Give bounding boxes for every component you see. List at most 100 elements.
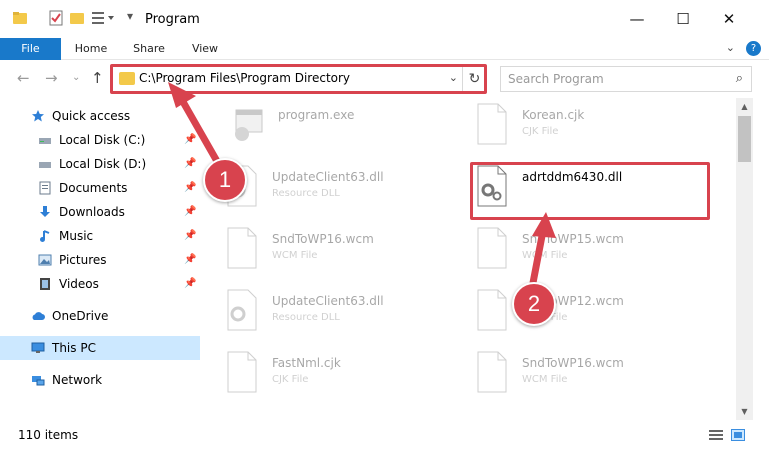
help-button[interactable]: ?	[746, 41, 761, 56]
close-button[interactable]: ✕	[706, 0, 752, 38]
file-type: WCM File	[522, 374, 568, 385]
file-type: CJK File	[522, 126, 559, 137]
up-arrow-icon[interactable]: ↑	[91, 69, 104, 87]
pin-icon[interactable]: 📌	[184, 158, 196, 169]
file-icon	[477, 289, 507, 331]
file-highlight-box	[470, 162, 710, 220]
sidebar-item-label: Local Disk (D:)	[59, 157, 147, 171]
step-marker-2: 2	[512, 282, 556, 326]
file-item[interactable]: SndToWP15.wcm WCM File	[474, 222, 724, 278]
tab-view[interactable]: View	[180, 38, 230, 60]
pin-icon[interactable]: 📌	[184, 254, 196, 265]
pin-icon[interactable]: 📌	[184, 278, 196, 289]
sidebar-item-label: OneDrive	[52, 309, 109, 323]
ribbon-tabs: File Home Share View ⌄ ?	[0, 38, 769, 60]
search-icon[interactable]: ⌕	[736, 71, 743, 86]
file-item[interactable]: SndToWP12.wcm WCM File	[474, 284, 724, 340]
star-icon	[32, 110, 44, 122]
network-icon	[32, 376, 45, 386]
file-item[interactable]: program.exe	[230, 98, 480, 154]
sidebar-item-local-disk-d[interactable]: Local Disk (D:) 📌	[0, 152, 200, 176]
tab-file[interactable]: File	[0, 38, 61, 60]
properties-icon[interactable]	[48, 10, 64, 26]
file-icon	[227, 351, 257, 393]
back-arrow-icon[interactable]: ←	[17, 69, 30, 87]
file-icon	[477, 351, 507, 393]
file-type: WCM File	[272, 250, 318, 261]
sidebar-item-downloads[interactable]: Downloads 📌	[0, 200, 200, 224]
sidebar-item-local-disk-c[interactable]: Local Disk (C:) 📌	[0, 128, 200, 152]
sidebar-item-quick-access[interactable]: Quick access	[0, 104, 200, 128]
drive-icon	[39, 162, 51, 168]
maximize-button[interactable]: ☐	[660, 0, 706, 38]
sidebar-item-pictures[interactable]: Pictures 📌	[0, 248, 200, 272]
vertical-scrollbar[interactable]: ▲ ▼	[736, 98, 753, 420]
file-type: WCM File	[522, 250, 568, 261]
file-icon	[477, 227, 507, 269]
file-item[interactable]: FastNml.cjk CJK File	[224, 346, 474, 402]
file-name: UpdateClient63.dll	[272, 170, 384, 184]
pin-icon[interactable]: 📌	[184, 134, 196, 145]
navigation-bar: ← → ⌄ ↑ C:\Program Files\Program Directo…	[0, 60, 769, 98]
window-title: Program	[145, 12, 200, 27]
picture-icon	[38, 254, 52, 266]
file-item[interactable]: Korean.cjk CJK File	[474, 98, 724, 154]
file-item[interactable]: UpdateClient63.dll Resource DLL	[224, 284, 474, 340]
drive-icon	[39, 138, 51, 144]
pin-icon[interactable]: 📌	[184, 230, 196, 241]
tab-share[interactable]: Share	[124, 38, 174, 60]
pin-icon[interactable]: 📌	[184, 182, 196, 193]
scroll-thumb[interactable]	[738, 116, 751, 162]
scroll-up-icon[interactable]: ▲	[736, 98, 753, 115]
tab-home[interactable]: Home	[66, 38, 116, 60]
expand-ribbon-icon[interactable]: ⌄	[726, 41, 735, 54]
file-name: UpdateClient63.dll	[272, 294, 384, 308]
status-bar: 110 items	[0, 420, 769, 463]
details-view-icon[interactable]	[709, 429, 723, 441]
exe-icon	[235, 109, 263, 141]
file-name: program.exe	[278, 108, 355, 122]
forward-arrow-icon[interactable]: →	[45, 69, 58, 87]
file-item[interactable]: SndToWP16.wcm WCM File	[224, 222, 474, 278]
sidebar-item-label: Local Disk (C:)	[59, 133, 146, 147]
pin-icon[interactable]: 📌	[184, 206, 196, 217]
search-input[interactable]: Search Program ⌕	[500, 66, 752, 92]
file-type: Resource DLL	[272, 188, 340, 199]
new-folder-icon[interactable]	[69, 10, 85, 26]
sidebar-item-this-pc[interactable]: This PC	[0, 336, 200, 360]
sidebar-item-music[interactable]: Music 📌	[0, 224, 200, 248]
sidebar-item-label: Videos	[59, 277, 99, 291]
file-type: CJK File	[272, 374, 309, 385]
music-icon	[40, 230, 50, 242]
sidebar-item-network[interactable]: Network	[0, 368, 200, 392]
address-highlight-box	[110, 64, 487, 94]
quick-access-toolbar-icon[interactable]	[91, 10, 117, 26]
computer-icon	[31, 342, 45, 353]
sidebar-item-onedrive[interactable]: OneDrive	[0, 304, 200, 328]
sidebar-item-label: Downloads	[59, 205, 125, 219]
search-placeholder: Search Program	[508, 72, 604, 86]
file-name: SndToWP15.wcm	[522, 232, 624, 246]
sidebar-item-documents[interactable]: Documents 📌	[0, 176, 200, 200]
title-bar: ▾ Program — ☐ ✕	[0, 0, 769, 38]
file-icon	[227, 227, 257, 269]
navigation-pane: Quick access Local Disk (C:) 📌 Local Dis…	[0, 98, 200, 420]
sidebar-item-label: Quick access	[52, 109, 131, 123]
file-name: FastNml.cjk	[272, 356, 341, 370]
step-marker-1: 1	[203, 158, 247, 202]
minimize-button[interactable]: —	[614, 0, 660, 38]
file-icon	[477, 103, 507, 145]
cloud-icon	[32, 312, 45, 320]
sidebar-item-videos[interactable]: Videos 📌	[0, 272, 200, 296]
file-name: SndToWP16.wcm	[272, 232, 374, 246]
sidebar-item-label: Music	[59, 229, 94, 243]
file-item[interactable]: SndToWP16.wcm WCM File	[474, 346, 724, 402]
sidebar-item-label: This PC	[52, 341, 96, 355]
file-item[interactable]: UpdateClient63.dll Resource DLL	[224, 160, 474, 216]
download-icon	[40, 206, 50, 217]
folder-icon	[13, 12, 27, 24]
recent-locations-icon[interactable]: ⌄	[72, 72, 80, 83]
toolbar-dropdown-icon[interactable]: ▾	[127, 9, 133, 23]
scroll-down-icon[interactable]: ▼	[736, 403, 753, 420]
large-icons-view-icon[interactable]	[731, 429, 745, 441]
